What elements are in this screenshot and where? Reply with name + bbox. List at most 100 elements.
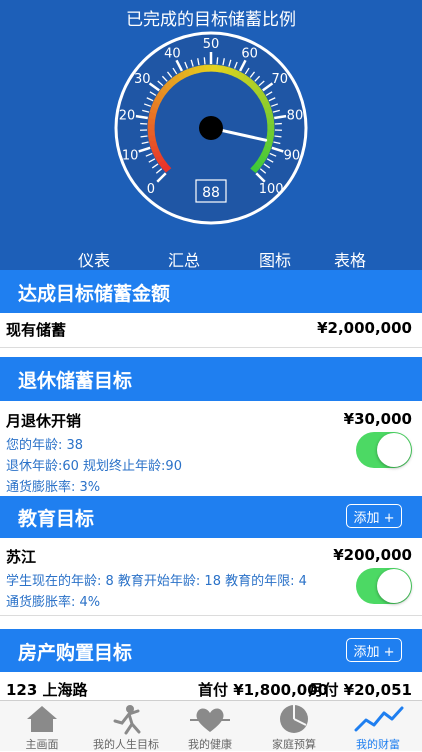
gauge-arc-segment xyxy=(270,119,271,125)
tab-gauge[interactable]: 仪表 xyxy=(78,247,110,271)
gauge-tick-label: 90 xyxy=(284,148,301,163)
gauge-tick-label: 30 xyxy=(134,72,151,87)
gauge-arc-segment xyxy=(159,92,162,97)
housing-header: 房产购置目标 添加 + xyxy=(0,629,422,672)
retirement-detail-ages: 退休年龄:60 规划终止年龄:90 xyxy=(6,455,182,474)
gauge-hub xyxy=(199,116,223,140)
gauge-arc-segment xyxy=(153,107,155,113)
gauge-arc-segment xyxy=(194,69,200,70)
education-row-label[interactable]: 苏江 xyxy=(6,546,36,567)
gauge-tick-label: 100 xyxy=(259,182,284,197)
retirement-detail-inflation: 通货膨胀率: 3% xyxy=(6,476,100,495)
tab-wealth[interactable]: 我的财富 xyxy=(336,701,420,751)
tab-life-goals[interactable]: 我的人生目标 xyxy=(84,701,168,751)
tab-home[interactable]: 主画面 xyxy=(0,701,84,751)
gauge-tick-label: 70 xyxy=(271,72,288,87)
housing-monthly-payment: 月付 ¥20,051 xyxy=(308,679,412,700)
housing-title: 房产购置目标 xyxy=(18,638,132,665)
divider xyxy=(0,347,422,348)
gauge-value: 88 xyxy=(202,185,220,201)
tab-health[interactable]: 我的健康 xyxy=(168,701,252,751)
education-toggle[interactable] xyxy=(356,568,412,604)
gauge-arc-segment xyxy=(263,152,266,158)
gauge-arc-segment xyxy=(217,68,223,69)
person-goals-icon xyxy=(84,703,168,735)
toggle-knob xyxy=(377,433,411,467)
gauge-arc-segment xyxy=(174,77,179,81)
gauge-tick-label: 80 xyxy=(287,109,304,124)
gauge-arc-segment xyxy=(266,147,268,153)
gauge-arc-segment xyxy=(270,130,271,136)
gauge-arc-segment xyxy=(260,157,263,162)
heart-pulse-icon xyxy=(168,703,252,735)
gauge-arc-segment xyxy=(179,74,184,77)
gauge-arc-segment xyxy=(263,97,266,103)
gauge-arc-segment xyxy=(269,136,270,142)
retirement-amount: ¥30,000 xyxy=(344,410,412,428)
retirement-toggle[interactable] xyxy=(356,432,412,468)
gauge-arc-segment xyxy=(155,102,157,108)
gauge-tick xyxy=(141,136,148,137)
gauge-arc-segment xyxy=(267,108,269,114)
gauge-arc-segment xyxy=(156,151,159,157)
gauge-tick xyxy=(274,136,281,137)
gauge-arc-segment xyxy=(260,93,263,98)
retirement-detail-age: 您的年龄: 38 xyxy=(6,434,83,453)
gauge-title: 已完成的目标储蓄比例 xyxy=(126,10,296,30)
education-title: 教育目标 xyxy=(18,504,94,531)
gauge-arc-segment xyxy=(228,70,234,72)
education-detail-inflation: 通货膨胀率: 4% xyxy=(6,591,100,610)
education-detail-ages: 学生现在的年龄: 8 教育开始年龄: 18 教育的年限: 4 xyxy=(6,570,307,589)
gauge-arc-segment xyxy=(222,69,228,70)
gauge-arc-segment xyxy=(152,141,154,147)
target-savings-title: 达成目标储蓄金额 xyxy=(18,279,170,306)
tab-budget[interactable]: 家庭预算 xyxy=(252,701,336,751)
gauge-arc-segment xyxy=(238,75,243,78)
pie-chart-icon xyxy=(252,703,336,735)
gauge-arc-segment xyxy=(257,162,261,167)
gauge-tick xyxy=(204,57,205,64)
gauge-tick-label: 50 xyxy=(203,37,220,52)
gauge-tick-label: 0 xyxy=(147,182,155,197)
gauge-tick-label: 40 xyxy=(164,46,181,61)
gauge-arc-segment xyxy=(252,84,256,88)
gauge-tick-label: 20 xyxy=(119,109,136,124)
savings-gauge: 已完成的目标储蓄比例 0 10 20 30 40 50 60 70 80 90 100 88 xyxy=(0,0,422,245)
tab-summary[interactable]: 汇总 xyxy=(168,247,200,271)
gauge-arc-segment xyxy=(269,113,270,119)
retirement-title: 退休储蓄目标 xyxy=(18,366,132,393)
current-savings-amount: ¥2,000,000 xyxy=(317,319,412,337)
gauge-arc-segment xyxy=(256,88,260,93)
target-savings-header: 达成目标储蓄金额 xyxy=(0,270,422,313)
gauge-arc-segment xyxy=(189,70,195,72)
gauge-tick-label: 60 xyxy=(241,46,258,61)
housing-row-label[interactable]: 123 上海路 xyxy=(6,679,88,700)
gauge-arc-segment xyxy=(268,141,270,147)
retirement-row-label[interactable]: 月退休开销 xyxy=(6,410,81,431)
gauge-arc-segment xyxy=(151,135,152,141)
gauge-tick xyxy=(217,57,218,64)
gauge-tick-label: 10 xyxy=(122,148,139,163)
gauge-arc-segment xyxy=(151,118,152,124)
gauge-arc-segment xyxy=(243,77,248,81)
toggle-knob xyxy=(377,569,411,603)
education-header: 教育目标 添加 + xyxy=(0,496,422,538)
gauge-arc-segment xyxy=(158,156,161,161)
add-education-button[interactable]: 添加 + xyxy=(346,504,402,528)
education-amount: ¥200,000 xyxy=(333,546,412,564)
trend-line-icon xyxy=(336,703,420,735)
add-housing-button[interactable]: 添加 + xyxy=(346,638,402,662)
gauge-arc-segment xyxy=(233,72,239,75)
bottom-tab-bar: 主画面 我的人生目标 我的健康 家庭预算 我的财富 xyxy=(0,700,422,751)
home-icon xyxy=(0,703,84,735)
gauge-arc-segment xyxy=(248,81,253,85)
gauge-arc-segment xyxy=(161,161,165,166)
tab-table[interactable]: 表格 xyxy=(334,247,366,271)
gauge-arc-segment xyxy=(184,72,190,75)
gauge-arc-segment xyxy=(170,80,175,84)
gauge-arc-segment xyxy=(265,102,267,108)
divider xyxy=(0,615,422,616)
retirement-header: 退休储蓄目标 xyxy=(0,357,422,401)
gauge-panel: 已完成的目标储蓄比例 0102030405060708090100 88 仪表 … xyxy=(0,0,422,270)
tab-chart[interactable]: 图标 xyxy=(259,247,291,271)
